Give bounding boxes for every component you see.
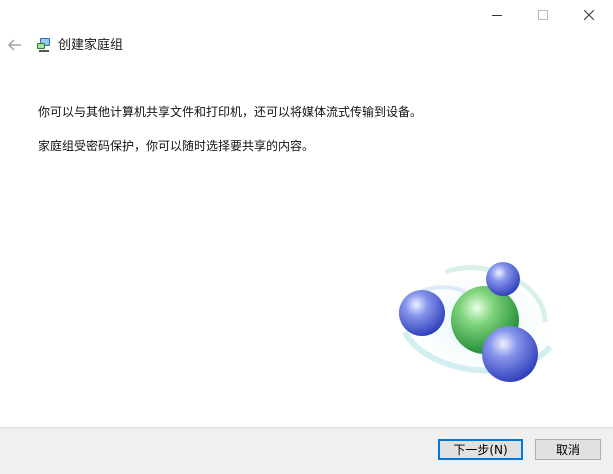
blue-sphere-top (486, 262, 520, 296)
create-homegroup-window: 创建家庭组 你可以与其他计算机共享文件和打印机，还可以将媒体流式传输到设备。 家… (0, 0, 613, 474)
wizard-footer: 下一步(N) 取消 (0, 427, 613, 474)
next-button[interactable]: 下一步(N) (438, 439, 523, 460)
homegroup-icon (36, 37, 52, 53)
maximize-icon (538, 10, 548, 20)
close-icon (584, 10, 594, 20)
homegroup-spheres-illustration (398, 262, 560, 384)
description-line-1: 你可以与其他计算机共享文件和打印机，还可以将媒体流式传输到设备。 (38, 105, 423, 119)
blue-sphere-left (399, 290, 445, 336)
maximize-button[interactable] (520, 0, 566, 30)
close-button[interactable] (566, 0, 612, 30)
title-bar (0, 0, 613, 30)
back-arrow-icon (8, 39, 21, 51)
back-button[interactable] (5, 36, 25, 54)
cancel-button[interactable]: 取消 (535, 439, 601, 460)
page-title: 创建家庭组 (58, 38, 124, 53)
minimize-button[interactable] (474, 0, 520, 30)
minimize-icon (492, 15, 502, 16)
blue-sphere-bottom (482, 326, 538, 382)
description-line-2: 家庭组受密码保护，你可以随时选择要共享的内容。 (38, 139, 315, 153)
